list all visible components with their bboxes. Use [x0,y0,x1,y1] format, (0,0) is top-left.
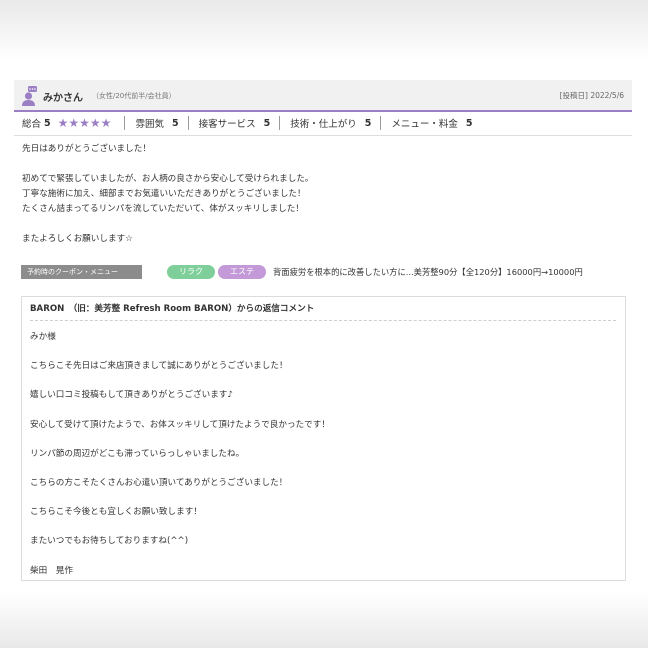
rating-label-atmosphere: 雰囲気 [135,119,164,130]
reply-text: みか様 こちらこそ先日はご来店頂きまして誠にありがとうございました！ 嬉しい口コ… [30,331,330,594]
reply-line: こちらこそ先日はご来店頂きまして誠にありがとうございました！ [30,361,288,372]
divider [279,116,281,130]
rating-label-menu-price: メニュー・料金 [391,119,458,130]
overall-rating-value: 5 [44,117,51,129]
coupon-row: 予約時のクーポン・メニュー リラク エステ 背面疲労を根本的に改善したい方に..… [21,264,627,280]
reply-line: 安心して受けて頂けたようで、お体スッキリして頂けたようで良かったです！ [30,419,330,430]
rating-value-menu-price: 5 [465,117,473,129]
review-line: 先日はありがとうございました！ [22,144,151,154]
divider [380,116,382,130]
divider [124,116,126,130]
reviewer-meta: （女性/20代前半/会社員） [92,92,176,100]
divider [14,135,632,136]
rating-value-service: 5 [263,117,271,129]
reviewer-avatar-icon [22,86,37,106]
review-line: またよろしくお願いします☆ [22,234,133,244]
reply-line: またいつでもお待ちしておりますね(^^) [30,536,189,547]
reply-line: リンパ節の周辺がどこも滞っていらっしゃいましたね。 [30,448,245,459]
rating-value-atmosphere: 5 [171,117,179,129]
review-text: 先日はありがとうございました！ 初めてで緊張していましたが、お人柄の良さから安心… [22,142,622,247]
reply-title: BARON （旧：美芳整 Refresh Room BARON）からの返信コメン… [30,304,315,314]
tag-relax[interactable]: リラク [167,265,215,279]
review-line: たくさん詰まってるリンパを流していただいて、体がスッキリしました！ [22,204,304,214]
tag-esthetic[interactable]: エステ [218,265,266,279]
page-background-bottom [0,592,648,648]
rating-value-technique: 5 [364,117,372,129]
divider [30,320,616,321]
coupon-menu-link[interactable]: 背面疲労を根本的に改善したい方に...美芳整90分【全120分】16000円→1… [273,266,583,278]
rating-label-technique: 技術・仕上がり [290,119,357,130]
reviewer-name: みかさん [43,93,83,104]
page-background-top [0,0,648,60]
review-card: みかさん （女性/20代前半/会社員） [投稿日] 2022/5/6 総合 5 … [14,80,632,588]
rating-label-service: 接客サービス [198,119,256,130]
review-line: 初めてで緊張していましたが、お人柄の良さから安心して受けられました。 [22,174,314,184]
reply-box: BARON （旧：美芳整 Refresh Room BARON）からの返信コメン… [21,296,626,581]
coupon-label: 予約時のクーポン・メニュー [21,265,142,279]
reply-line: 嬉しい口コミ投稿もして頂きありがとうございます♪ [30,390,233,401]
review-line: 丁寧な施術に加え、細部までお気遣いいただきありがとうございました！ [22,189,306,199]
rating-summary: 総合 5 ★★★★★ 雰囲気 5 接客サービス 5 技術・仕上がり 5 メニュー… [22,115,473,131]
review-header: みかさん （女性/20代前半/会社員） [投稿日] 2022/5/6 [14,80,632,112]
overall-rating-label: 総合 [22,119,42,130]
divider [187,116,189,130]
reply-line: こちらこそ今後とも宜しくお願い致します！ [30,507,202,518]
reply-line: みか様 [30,332,56,342]
reply-line: こちらの方こそたくさんお心遣い頂いてありがとうございました！ [30,477,288,488]
star-rating-icon: ★★★★★ [57,116,112,130]
reply-signature: 柴田 晃作 [30,565,73,576]
post-date: [投稿日] 2022/5/6 [559,91,624,100]
